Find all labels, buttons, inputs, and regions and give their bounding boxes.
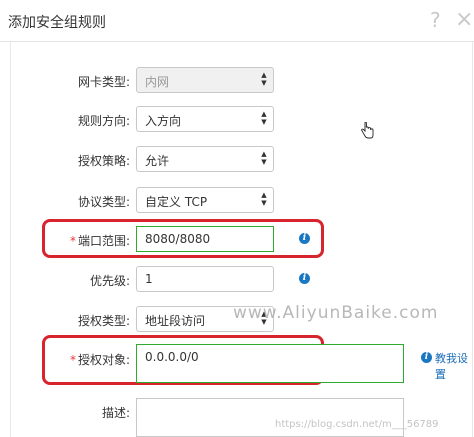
dialog-title: 添加安全组规则 [8,15,106,31]
description-label: 描述: [101,406,130,420]
close-icon[interactable]: × [455,7,473,32]
nic-type-label: 网卡类型: [77,75,130,89]
add-security-group-rule-dialog: 添加安全组规则 ? × 网卡类型: 内网 ▲ ▼ 规则方向: 入方向 ▲ ▼ 授权策… [0,0,474,437]
nic-type-select: 内网 ▲ ▼ [136,67,274,93]
info-icon[interactable]: i [299,233,310,244]
policy-label: 授权策略: [77,154,130,168]
priority-label: 优先级: [89,274,130,288]
direction-label: 规则方向: [77,114,130,128]
hand-cursor-icon [361,122,374,139]
updown-arrows-icon: ▲ ▼ [261,110,267,126]
updown-arrows-icon: ▲ ▼ [261,71,267,87]
auth-object-input[interactable]: 0.0.0.0/0 [136,344,404,383]
port-range-input[interactable]: 8080/8080 [136,226,274,252]
auth-object-label: * 授权对象: [69,353,130,367]
help-icon[interactable]: ? [430,8,441,32]
info-icon: i [421,352,432,363]
policy-select[interactable]: 允许 ▲ ▼ [136,146,274,172]
description-textarea[interactable] [136,398,404,437]
updown-arrows-icon: ▲ ▼ [261,150,267,166]
direction-select[interactable]: 入方向 ▲ ▼ [136,106,274,132]
site-watermark: www.AliyunBaike.com [233,303,439,323]
help-link-teach-me[interactable]: 教我设置 [435,350,474,382]
blog-watermark: https://blog.csdn.net/m___56789 [275,419,439,430]
updown-arrows-icon: ▲ ▼ [261,191,267,207]
dialog-header: 添加安全组规则 ? × [0,0,474,42]
info-icon[interactable]: i [299,273,310,284]
protocol-label: 协议类型: [77,195,130,209]
protocol-select[interactable]: 自定义 TCP ▲ ▼ [136,187,274,213]
priority-input[interactable]: 1 [136,266,274,292]
auth-type-label: 授权类型: [77,314,130,328]
port-range-label: * 端口范围: [69,234,130,248]
